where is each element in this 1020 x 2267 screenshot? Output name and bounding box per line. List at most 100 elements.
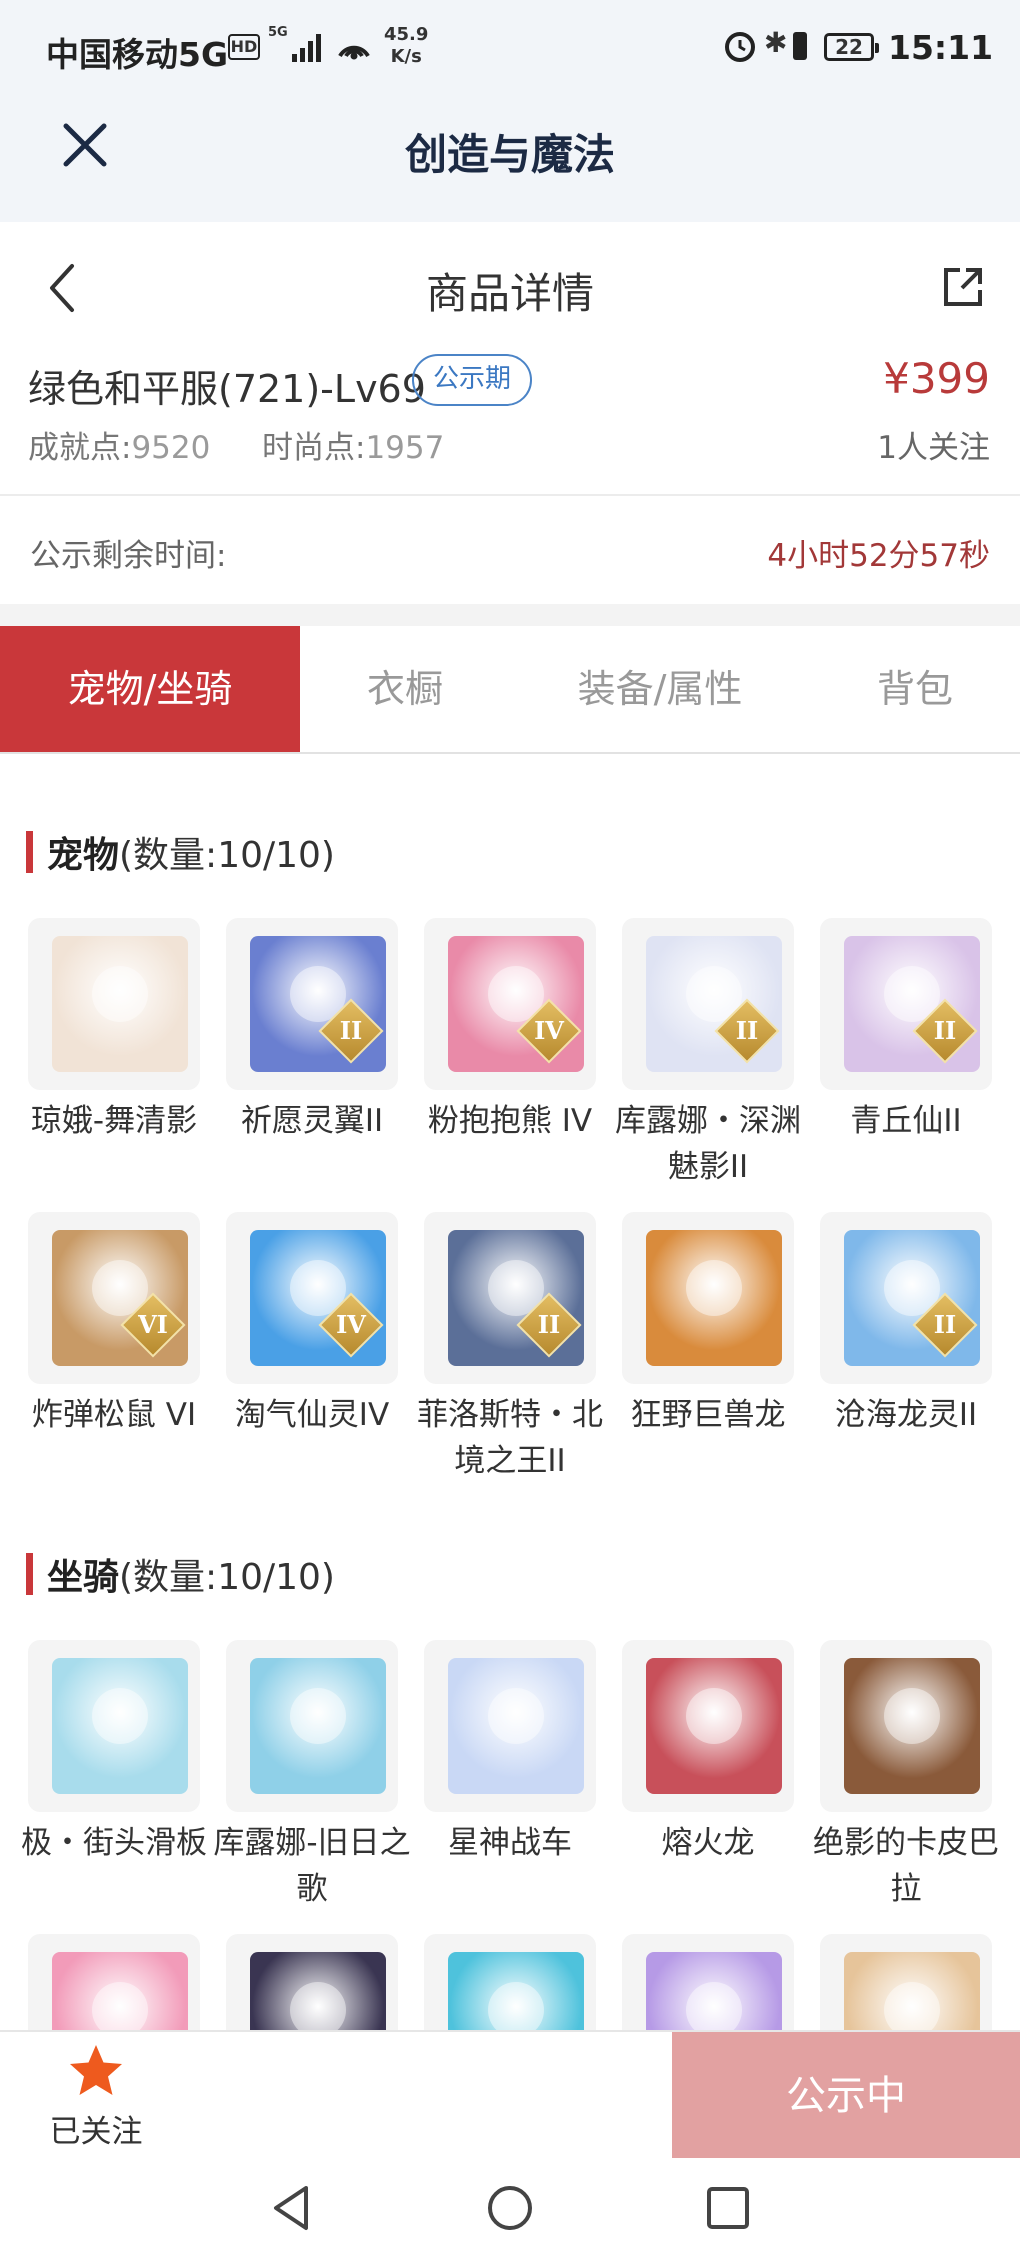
blue-dog-pet-icon: IV	[226, 1212, 398, 1384]
tier-label: VI	[138, 1310, 168, 1339]
publicity-button[interactable]: 公示中	[672, 2032, 1020, 2160]
squirrel-pet-icon: VI	[28, 1212, 200, 1384]
carrier-label: 中国移动5G	[46, 35, 229, 74]
hd-icon: HD	[228, 34, 260, 60]
artwork-detail	[92, 1688, 148, 1744]
mounts-count: (数量:10/10)	[119, 1557, 335, 1598]
alarm-icon	[725, 32, 755, 62]
item-artwork	[250, 1658, 386, 1794]
item-artwork	[448, 1658, 584, 1794]
network-type: 5G	[268, 25, 288, 40]
speed-unit: K/s	[390, 46, 422, 67]
follow-label: 已关注	[49, 2114, 143, 2150]
item-artwork	[844, 1658, 980, 1794]
tab-pets-mounts[interactable]: 宠物/坐骑	[0, 626, 300, 752]
bear-pet-icon: IV	[424, 918, 596, 1090]
artwork-detail	[92, 966, 148, 1022]
recents-square-icon[interactable]	[700, 2180, 756, 2236]
countdown-value: 4小时52分57秒	[767, 538, 990, 574]
countdown-label: 公示剩余时间:	[30, 538, 227, 574]
battery-icon: 22	[824, 33, 879, 61]
tier-label: II	[537, 1310, 561, 1339]
tier-label: II	[339, 1016, 363, 1045]
tab-bag[interactable]: 背包	[820, 626, 1010, 752]
pets-section-title: 宠物(数量:10/10)	[26, 826, 335, 878]
bluetooth-icon: ✱	[764, 26, 788, 59]
item-name: 库露娜-旧日之歌	[213, 1825, 411, 1907]
capybara-mount-icon	[820, 1640, 992, 1812]
section-marker	[26, 831, 33, 873]
tab-equipment[interactable]: 装备/属性	[540, 626, 780, 752]
page-title: 商品详情	[425, 269, 594, 318]
wild-dragon-pet-icon	[622, 1212, 794, 1384]
item-name: 极・街头滑板	[21, 1825, 207, 1861]
achievement-label: 成就点:	[28, 430, 132, 466]
status-badge: 公示期	[412, 354, 532, 406]
home-circle-icon[interactable]	[482, 2180, 538, 2236]
achievement-value: 9520	[131, 430, 211, 466]
item-name: 星神战车	[448, 1825, 572, 1861]
bottom-action-bar: 已关注 公示中	[0, 2030, 1020, 2160]
artwork-detail	[290, 1688, 346, 1744]
clock: 15:11	[888, 28, 994, 67]
artwork-detail	[686, 1260, 742, 1316]
star-icon	[70, 2045, 122, 2095]
follow-button[interactable]: 已关注	[36, 2042, 156, 2152]
fox-fairy-pet-icon: II	[820, 918, 992, 1090]
app-title: 创造与魔法	[404, 130, 615, 179]
fashion-points: 时尚点:1957	[262, 422, 444, 467]
fashion-value: 1957	[365, 430, 445, 466]
item-artwork	[646, 1230, 782, 1366]
item-artwork	[646, 1658, 782, 1794]
item-name: 粉抱抱熊 IV	[427, 1103, 593, 1139]
mounts-section-title: 坐骑(数量:10/10)	[26, 1548, 335, 1600]
tier-label: IV	[534, 1016, 564, 1045]
status-bar: 中国移动5G HD 5G 45.9 K/s ✱ 22 15:11	[0, 0, 1020, 96]
section-gap	[0, 604, 1020, 626]
star-chariot-mount-icon	[424, 1640, 596, 1812]
product-summary: 绿色和平服(721)-Lv69 公示期 ¥399 成就点:9520 时尚点:19…	[0, 350, 1020, 495]
app-header: 中国移动5G HD 5G 45.9 K/s ✱ 22 15:11 创造与魔法	[0, 0, 1020, 222]
pets-title: 宠物	[47, 835, 120, 876]
share-icon[interactable]	[940, 264, 986, 310]
tier-label: II	[933, 1016, 957, 1045]
signal-icon	[292, 32, 322, 62]
item-artwork	[52, 1658, 188, 1794]
tier-label: II	[735, 1016, 759, 1045]
item-name: 菲洛斯特・北境之王II	[417, 1397, 603, 1479]
pets-count: (数量:10/10)	[119, 835, 335, 876]
achievement-points: 成就点:9520	[28, 422, 210, 467]
ice-king-pet-icon: II	[424, 1212, 596, 1384]
product-name: 绿色和平服(721)-Lv69	[28, 367, 426, 411]
section-marker	[26, 1553, 33, 1595]
system-nav-bar	[0, 2158, 1020, 2267]
follower-count: 1人关注	[877, 430, 990, 466]
product-price: ¥399	[883, 354, 990, 403]
tier-label: II	[933, 1310, 957, 1339]
hotspot-icon	[338, 45, 370, 60]
artwork-detail	[488, 1688, 544, 1744]
item-name: 琼娥-舞清影	[30, 1103, 198, 1139]
speed-value: 45.9	[384, 24, 429, 45]
fashion-label: 时尚点:	[262, 430, 366, 466]
vibrate-icon	[793, 32, 807, 60]
bird-pet-icon: II	[226, 918, 398, 1090]
item-name: 祈愿灵翼II	[240, 1103, 384, 1139]
luna-song-mount-icon	[226, 1640, 398, 1812]
item-name: 沧海龙灵II	[834, 1397, 978, 1433]
lava-dragon-mount-icon	[622, 1640, 794, 1812]
item-artwork	[52, 936, 188, 1072]
item-name: 炸弹松鼠 VI	[31, 1397, 197, 1433]
countdown-row: 公示剩余时间: 4小时52分57秒	[0, 496, 1020, 604]
sea-dragon-spirit-pet-icon: II	[820, 1212, 992, 1384]
item-name: 绝影的卡皮巴拉	[813, 1825, 999, 1907]
tier-label: IV	[336, 1310, 366, 1339]
skateboard-mount-icon	[28, 1640, 200, 1812]
detail-nav: 商品详情	[0, 222, 1020, 350]
back-triangle-icon[interactable]	[264, 2180, 320, 2236]
category-tabs: 宠物/坐骑 衣橱 装备/属性 背包	[0, 626, 1020, 754]
item-name: 熔火龙	[661, 1825, 755, 1861]
app-bar: 创造与魔法	[0, 96, 1020, 222]
item-name: 库露娜・深渊魅影II	[615, 1103, 801, 1185]
tab-wardrobe[interactable]: 衣橱	[300, 626, 510, 752]
